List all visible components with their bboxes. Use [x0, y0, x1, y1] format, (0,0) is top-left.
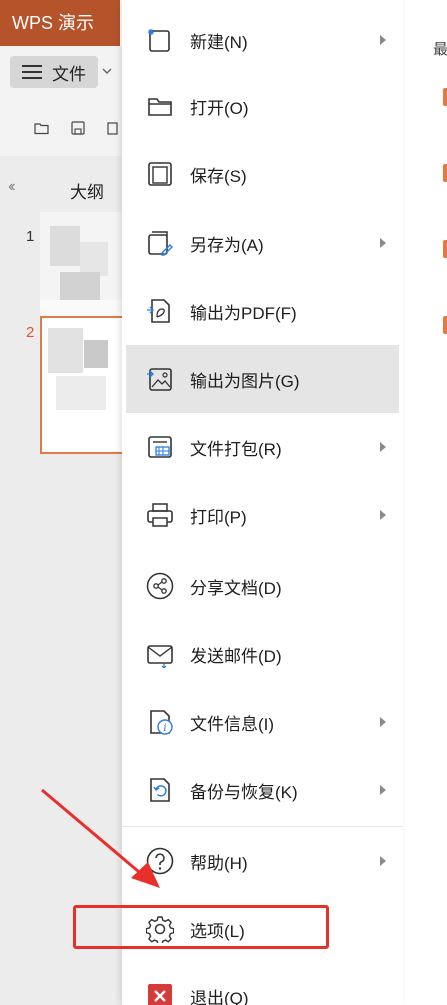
tab-outline[interactable]: 大纲 — [70, 178, 104, 203]
menu-item-exit[interactable]: 退出(Q) — [122, 962, 403, 1005]
svg-text:i: i — [163, 723, 166, 734]
menu-item-label: 输出为图片(G) — [190, 371, 300, 391]
slide-thumbnail-2[interactable] — [40, 316, 125, 454]
submenu-arrow-icon — [380, 785, 386, 795]
menu-item-label: 打开(O) — [190, 98, 249, 118]
recent-file-marker[interactable] — [443, 316, 447, 334]
new-icon — [148, 29, 170, 52]
file-menu-label: 文件 — [52, 64, 86, 84]
recent-file-marker[interactable] — [443, 240, 447, 258]
slide-number-1: 1 — [26, 228, 35, 245]
help-icon — [146, 847, 174, 875]
menu-item-help[interactable]: 帮助(H) — [122, 827, 403, 895]
backup-icon — [150, 778, 170, 802]
menu-item-backup-restore[interactable]: 备份与恢复(K) — [122, 756, 403, 824]
exit-icon — [148, 984, 172, 1005]
slide-thumbnail-1[interactable] — [40, 212, 125, 326]
highlight-box — [73, 905, 329, 949]
menu-item-label: 退出(Q) — [190, 988, 249, 1005]
menu-item-share[interactable]: 分享文档(D) — [122, 552, 403, 620]
recent-files-label: 最 — [433, 41, 447, 58]
submenu-arrow-icon — [380, 717, 386, 727]
open-icon[interactable] — [34, 120, 50, 136]
folder-icon — [148, 98, 172, 116]
file-menu-button[interactable]: 文件 — [10, 56, 98, 88]
submenu-arrow-icon — [380, 510, 386, 520]
package-icon — [148, 436, 172, 458]
menu-item-print[interactable]: 打印(P) — [122, 481, 403, 549]
menu-item-save[interactable]: 保存(S) — [122, 140, 403, 208]
quick-access-bar — [34, 120, 122, 136]
save-as-icon — [148, 231, 173, 256]
toolbar: 文件 — [0, 46, 125, 156]
menu-item-export-pdf[interactable]: 输出为PDF(F) — [122, 277, 403, 345]
menu-item-label: 另存为(A) — [190, 235, 264, 255]
submenu-arrow-icon — [380, 442, 386, 452]
menu-item-send-email[interactable]: 发送邮件(D) — [122, 620, 403, 688]
menu-item-label: 分享文档(D) — [190, 578, 282, 598]
menu-item-label: 新建(N) — [190, 32, 248, 52]
chevron-down-icon[interactable] — [102, 66, 112, 76]
submenu-arrow-icon — [380, 238, 386, 248]
menu-item-label: 发送邮件(D) — [190, 646, 282, 666]
menu-item-open[interactable]: 打开(O) — [122, 72, 403, 140]
submenu-arrow-icon — [380, 856, 386, 866]
menu-item-label: 文件信息(I) — [190, 714, 275, 734]
menu-item-label: 备份与恢复(K) — [190, 782, 298, 802]
collapse-panel-icon[interactable]: ‹‹ — [8, 178, 15, 196]
file-menu: 新建(N) 打开(O) 保存(S) 另存为(A) 输出为PDF(F) 输出为图片… — [122, 0, 403, 1005]
slides-panel: ‹‹ 大纲 1 2 — [0, 156, 125, 1005]
menu-item-file-info[interactable]: i 文件信息(I) — [122, 688, 403, 756]
app-title[interactable]: WPS 演示 — [0, 0, 120, 46]
submenu-arrow-icon — [380, 35, 386, 45]
menu-item-export-image[interactable]: 输出为图片(G) — [126, 345, 399, 413]
info-icon: i — [150, 710, 173, 735]
recent-file-marker[interactable] — [443, 164, 447, 182]
export-icon[interactable] — [106, 120, 122, 136]
mail-icon — [147, 645, 173, 668]
share-icon — [146, 572, 174, 600]
image-icon — [147, 368, 172, 391]
menu-item-label: 文件打包(R) — [190, 439, 282, 459]
menu-item-new[interactable]: 新建(N) — [122, 6, 403, 74]
save-icon[interactable] — [70, 120, 86, 136]
menu-item-label: 保存(S) — [190, 166, 247, 186]
hamburger-icon — [22, 65, 42, 79]
menu-item-label: 帮助(H) — [190, 853, 248, 873]
menu-item-package[interactable]: 文件打包(R) — [122, 413, 403, 481]
main-content-peek: 最 — [403, 0, 447, 1005]
menu-item-save-as[interactable]: 另存为(A) — [122, 209, 403, 277]
save-icon — [148, 162, 172, 186]
print-icon — [147, 503, 173, 527]
recent-file-marker[interactable] — [443, 88, 447, 106]
pdf-icon — [147, 299, 170, 323]
menu-item-label: 打印(P) — [190, 507, 247, 527]
menu-item-label: 输出为PDF(F) — [190, 303, 297, 323]
slide-number-2: 2 — [26, 324, 35, 341]
